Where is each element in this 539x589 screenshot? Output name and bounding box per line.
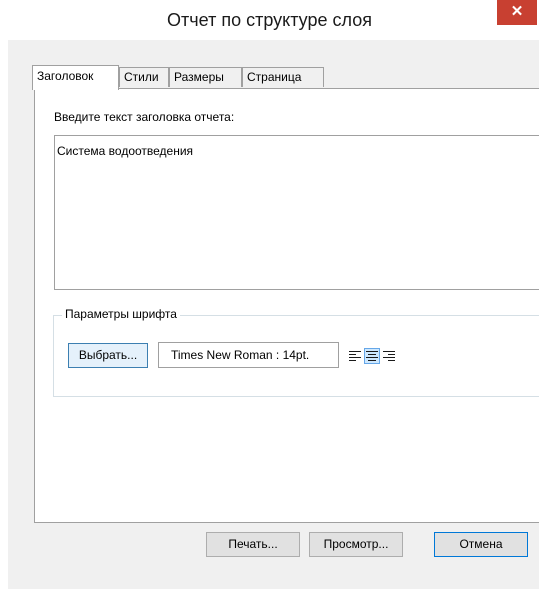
tab-sizes[interactable]: Размеры	[169, 67, 242, 87]
tab-panel-header: Введите текст заголовка отчета: Система …	[34, 88, 539, 523]
title-bar: Отчет по структуре слоя ✕	[0, 0, 539, 40]
tab-page[interactable]: Страница	[242, 67, 324, 87]
title-prompt-label: Введите текст заголовка отчета:	[54, 110, 235, 124]
report-title-textarea[interactable]: Система водоотведения	[54, 135, 539, 290]
align-right-icon[interactable]	[382, 349, 396, 363]
dialog-window: Отчет по структуре слоя ✕ Заголовок Стил…	[0, 0, 539, 589]
window-left-edge	[0, 40, 8, 589]
align-center-icon[interactable]	[364, 348, 380, 364]
preview-button[interactable]: Просмотр...	[309, 532, 403, 557]
font-value-display: Times New Roman : 14pt.	[158, 342, 339, 368]
tab-header[interactable]: Заголовок	[32, 65, 119, 90]
choose-font-button[interactable]: Выбрать...	[68, 343, 148, 368]
tab-styles[interactable]: Стили	[119, 67, 169, 87]
print-button[interactable]: Печать...	[206, 532, 300, 557]
close-icon: ✕	[510, 3, 524, 20]
close-button[interactable]: ✕	[497, 0, 537, 25]
font-settings-group: Параметры шрифта Выбрать... Times New Ro…	[53, 307, 539, 397]
cancel-button[interactable]: Отмена	[434, 532, 528, 557]
window-title: Отчет по структуре слоя	[167, 10, 372, 30]
font-settings-label: Параметры шрифта	[62, 307, 180, 321]
align-left-icon[interactable]	[348, 349, 362, 363]
